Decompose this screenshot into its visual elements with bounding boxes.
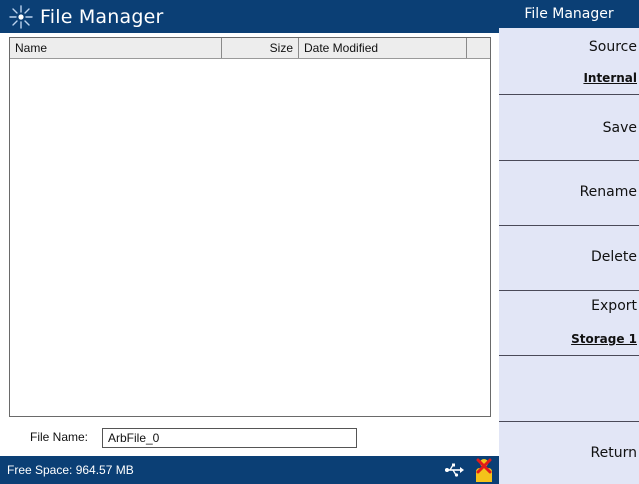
softkey-panel-header: File Manager [499,0,639,28]
column-header-extra[interactable] [467,38,490,58]
rename-softkey[interactable]: Rename [499,161,639,226]
column-header-size[interactable]: Size [222,38,299,58]
export-softkey[interactable]: Export Storage 1 [499,291,639,356]
softkey-panel: File Manager Source Internal Save Rename… [499,0,639,484]
column-header-date-modified[interactable]: Date Modified [299,38,467,58]
source-value: Internal [583,71,637,85]
delete-softkey[interactable]: Delete [499,226,639,291]
source-label: Source [588,39,637,55]
save-label: Save [602,120,637,136]
delete-label: Delete [591,249,637,265]
title-bar: File Manager [0,0,499,33]
export-label: Export [591,298,637,314]
source-softkey[interactable]: Source Internal [499,28,639,95]
file-list-table[interactable]: Name Size Date Modified [9,37,491,417]
save-softkey[interactable]: Save [499,95,639,161]
rename-label: Rename [579,184,637,200]
free-space-text: Free Space: 964.57 MB [7,463,134,477]
table-header: Name Size Date Modified [10,38,490,59]
starburst-logo-icon [9,4,33,29]
blank-softkey[interactable] [499,356,639,422]
status-bar: Free Space: 964.57 MB [0,456,499,484]
filename-label: File Name: [30,430,89,444]
warning-person-icon[interactable] [472,457,496,483]
main-area: Name Size Date Modified File Name: [0,33,499,456]
window-title: File Manager [40,5,164,28]
column-header-name[interactable]: Name [10,38,222,58]
filename-input[interactable] [102,428,357,448]
export-value: Storage 1 [571,332,637,346]
table-body[interactable] [10,59,490,416]
return-softkey[interactable]: Return [499,422,639,484]
usb-icon [445,463,464,477]
filename-row: File Name: [0,428,499,450]
return-label: Return [590,445,637,461]
